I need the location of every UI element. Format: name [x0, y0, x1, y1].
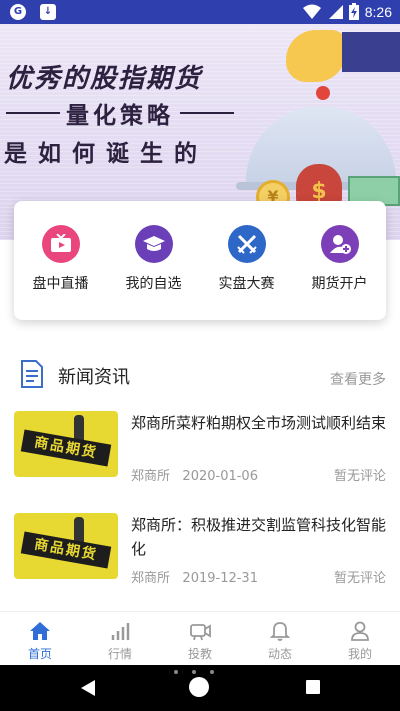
- news-meta: 郑商所 2019-12-31: [131, 567, 258, 586]
- bell-icon: [269, 622, 291, 641]
- back-icon[interactable]: [80, 679, 96, 697]
- knob-illustration: [316, 86, 330, 100]
- news-item[interactable]: 商品期货 郑商所菜籽粕期权全市场测试顺利结束 郑商所 2020-01-06 暂无…: [0, 411, 400, 511]
- page-indicator: [174, 670, 214, 674]
- news-section-title: 新闻资讯: [58, 367, 130, 388]
- user-icon: [351, 621, 369, 641]
- banner-tagline: 是如何诞生的: [4, 141, 208, 167]
- system-navigation-bar: [0, 665, 400, 711]
- tab-education[interactable]: 投教: [160, 612, 240, 665]
- tab-feed[interactable]: 动态: [240, 612, 320, 665]
- tab-home[interactable]: 首页: [0, 612, 80, 665]
- view-more-link[interactable]: 查看更多: [330, 369, 386, 389]
- tab-profile[interactable]: 我的: [320, 612, 400, 665]
- video-camera-icon: [190, 624, 211, 641]
- home-icon: [30, 622, 50, 640]
- news-headline: 郑商所菜籽粕期权全市场测试顺利结束: [131, 414, 387, 432]
- signal-icon: [328, 4, 343, 19]
- download-notification-icon: ↓: [40, 4, 56, 20]
- quick-menu: 盘中直播 我的自选 实盘大赛 期货开户: [14, 201, 386, 320]
- news-item[interactable]: 商品期货 郑商所：积极推进交割监管科技化智能化 郑商所 2019-12-31 暂…: [0, 513, 400, 613]
- news-comment-count: 暂无评论: [333, 469, 386, 484]
- tv-play-icon: [41, 225, 80, 263]
- recent-apps-icon[interactable]: [306, 680, 320, 694]
- add-user-icon: [320, 225, 359, 263]
- quick-item-watchlist[interactable]: 我的自选: [107, 201, 200, 320]
- document-icon: [21, 360, 43, 388]
- news-date: 2019-12-31: [182, 571, 258, 586]
- home-button-icon[interactable]: [189, 677, 209, 697]
- bottom-tab-bar: 首页 行情 投教 动态 我的: [0, 611, 400, 665]
- battery-charging-icon: [348, 3, 359, 20]
- news-source: 郑商所: [131, 469, 171, 484]
- news-thumbnail: 商品期货: [14, 411, 118, 477]
- cuff-illustration: [342, 32, 400, 72]
- banner-title: 优秀的股指期货: [6, 64, 203, 94]
- quick-item-live[interactable]: 盘中直播: [14, 201, 107, 320]
- quick-item-open-account[interactable]: 期货开户: [293, 201, 386, 320]
- wifi-icon: [302, 4, 321, 19]
- quick-item-contest[interactable]: 实盘大赛: [200, 201, 293, 320]
- news-thumbnail: 商品期货: [14, 513, 118, 579]
- news-headline: 郑商所：积极推进交割监管科技化智能化: [131, 516, 387, 558]
- banner-subtitle: 量化策略: [6, 96, 234, 130]
- news-source: 郑商所: [131, 571, 171, 586]
- tab-market[interactable]: 行情: [80, 612, 160, 665]
- crossed-swords-icon: [227, 225, 266, 263]
- news-section-header: 新闻资讯 查看更多: [0, 355, 400, 395]
- news-date: 2020-01-06: [182, 469, 258, 484]
- app-notification-icon: G: [10, 4, 26, 20]
- news-comment-count: 暂无评论: [333, 571, 386, 586]
- status-time: 8:26: [364, 3, 392, 20]
- graduation-cap-icon: [134, 225, 173, 263]
- news-meta: 郑商所 2020-01-06: [131, 465, 258, 484]
- status-bar: G ↓ 8:26: [0, 0, 400, 24]
- bar-chart-icon: [111, 623, 130, 640]
